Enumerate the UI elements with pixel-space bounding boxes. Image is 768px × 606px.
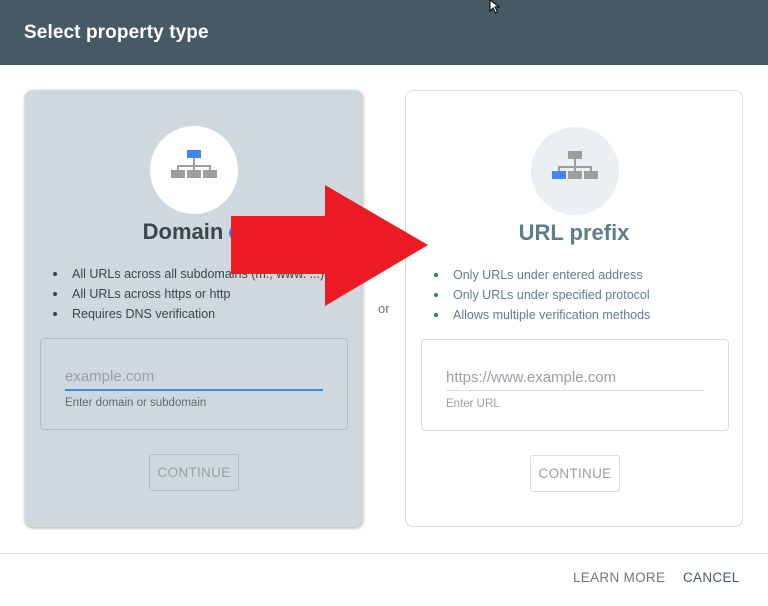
url-prefix-continue-button[interactable]: CONTINUE	[530, 455, 620, 492]
url-input-box: Enter URL	[421, 339, 729, 431]
dialog-header: Select property type	[0, 0, 768, 65]
domain-icon-circle	[150, 126, 238, 214]
mouse-cursor-icon	[489, 0, 501, 14]
url-prefix-card[interactable]: URL prefix Only URLs under entered addre…	[405, 90, 743, 527]
url-prefix-icon-circle	[531, 127, 619, 215]
dialog-title: Select property type	[24, 22, 209, 43]
list-item: Only URLs under specified protocol	[433, 285, 650, 305]
domain-card[interactable]: Domainn All URLs across all subdomains (…	[25, 90, 363, 527]
list-item: Requires DNS verification	[52, 304, 324, 324]
url-prefix-card-title: URL prefix	[518, 220, 630, 245]
sitemap-icon	[552, 151, 598, 179]
domain-continue-button[interactable]: CONTINUE	[149, 454, 239, 491]
domain-input[interactable]	[65, 363, 323, 391]
learn-more-button[interactable]: LEARN MORE	[573, 570, 665, 585]
footer-divider	[0, 553, 768, 554]
url-prefix-bullet-list: Only URLs under entered address Only URL…	[433, 265, 650, 325]
domain-input-helper: Enter domain or subdomain	[65, 397, 207, 409]
sitemap-icon	[171, 150, 217, 178]
list-item: Allows multiple verification methods	[433, 305, 650, 325]
url-input[interactable]	[446, 364, 704, 391]
list-item: Only URLs under entered address	[433, 265, 650, 285]
cancel-button[interactable]: CANCEL	[683, 570, 740, 585]
domain-input-box: Enter domain or subdomain	[40, 338, 348, 430]
url-input-helper: Enter URL	[446, 398, 500, 410]
red-arrow-icon	[231, 185, 428, 306]
